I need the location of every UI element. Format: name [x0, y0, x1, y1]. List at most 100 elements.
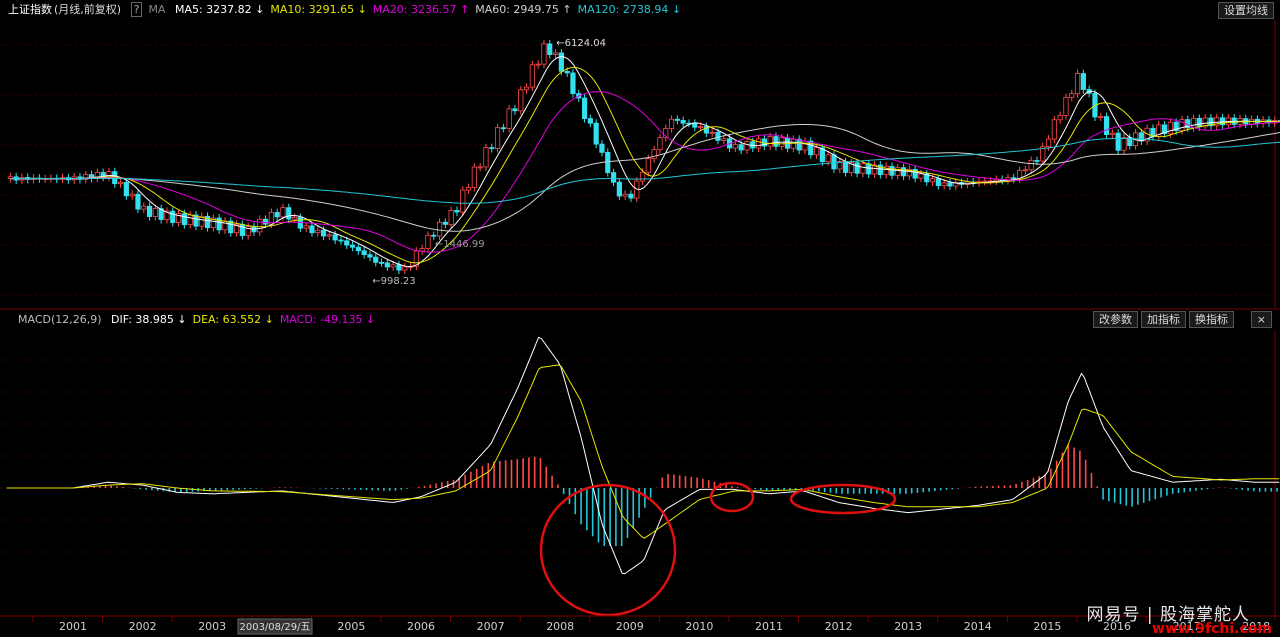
- candle-body: [645, 158, 651, 173]
- candle-body: [471, 166, 477, 188]
- candle-body: [338, 239, 344, 242]
- candle-body: [402, 266, 408, 271]
- candle-body: [170, 210, 176, 223]
- x-tick-label: 2014: [964, 620, 992, 633]
- candle-body: [460, 189, 466, 213]
- candle-body: [732, 144, 738, 149]
- candle-body: [1196, 117, 1202, 128]
- candle-body: [628, 193, 634, 199]
- candle-body: [842, 161, 849, 173]
- candle-body: [378, 261, 385, 264]
- candle-body: [813, 147, 820, 156]
- candle-body: [436, 221, 443, 237]
- candle-body: [303, 225, 309, 229]
- annotation-circle-2008: [539, 483, 677, 617]
- candle-body: [320, 229, 327, 237]
- candle-body: [344, 240, 350, 246]
- kline-pane[interactable]: 上证指数 (月线,前复权) ? MA MA5: 3237.82 ↓ MA10: 329…: [0, 0, 1280, 310]
- candle-body: [767, 136, 773, 147]
- candle-body: [361, 250, 367, 256]
- candle-body: [123, 181, 129, 197]
- candle-body: [744, 141, 750, 151]
- annotation-circle-2012: [789, 483, 897, 515]
- candle-body: [918, 173, 924, 179]
- candle-body: [425, 234, 431, 250]
- candle-body: [935, 178, 941, 186]
- ma20-line: [10, 91, 1280, 253]
- candle-body: [1121, 137, 1127, 151]
- candle-body: [564, 70, 570, 74]
- candle-body: [396, 264, 402, 271]
- candle-body: [738, 144, 744, 151]
- macd-pane[interactable]: MACD(12,26,9) DIF: 38.985 ↓ DEA: 63.552 ↓…: [0, 310, 1280, 635]
- candle-body: [500, 127, 506, 130]
- candle-body: [494, 127, 501, 149]
- high-label: ←6124.04: [556, 38, 606, 49]
- candle-body: [657, 137, 663, 151]
- candle-body: [860, 163, 866, 174]
- candle-body: [187, 214, 193, 226]
- candle-body: [581, 97, 588, 120]
- candle-body: [367, 254, 373, 258]
- candle-body: [1098, 116, 1104, 118]
- candle-body: [355, 246, 361, 252]
- candle-body: [465, 187, 472, 191]
- candle-body: [854, 162, 860, 174]
- candle-body: [593, 122, 599, 145]
- candle-body: [454, 210, 460, 213]
- candle-body: [866, 163, 872, 175]
- candle-body: [529, 64, 535, 88]
- candle-body: [599, 143, 605, 153]
- candle-body: [1022, 169, 1028, 172]
- candle-body: [332, 234, 338, 241]
- x-tick-label: 2012: [825, 620, 853, 633]
- candle-body: [286, 207, 292, 220]
- x-tick-label: 2006: [407, 620, 435, 633]
- candle-body: [668, 118, 675, 129]
- candle-body: [1115, 132, 1121, 151]
- candle-body: [1063, 96, 1069, 116]
- x-tick-label: 2011: [755, 620, 783, 633]
- candle-body: [616, 181, 622, 197]
- candle-body: [796, 138, 802, 151]
- candle-body: [587, 118, 593, 124]
- dif-line: [6, 336, 1280, 575]
- candle-body: [570, 72, 576, 95]
- candle-body: [721, 138, 727, 141]
- candle-body: [280, 207, 286, 218]
- candle-body: [674, 118, 680, 121]
- candle-body: [309, 225, 315, 234]
- candle-body: [1167, 121, 1173, 135]
- candle-body: [622, 193, 628, 197]
- candle-body: [512, 108, 518, 112]
- candle-body: [262, 218, 269, 225]
- x-tick-label: 2015: [1033, 620, 1061, 633]
- candle-body: [315, 229, 321, 234]
- candle-body: [489, 147, 495, 149]
- candle-body: [477, 166, 483, 169]
- candle-body: [1109, 132, 1115, 135]
- candle-body: [889, 165, 895, 176]
- candle-body: [373, 256, 379, 263]
- candle-body: [523, 86, 530, 91]
- x-tick-label: 2001: [59, 620, 87, 633]
- candle-body: [755, 138, 762, 149]
- candle-body: [900, 167, 907, 177]
- candle-body: [129, 193, 135, 197]
- candle-body: [639, 171, 646, 182]
- candle-body: [831, 154, 837, 170]
- candle-body: [135, 193, 141, 210]
- candle-body: [692, 122, 698, 128]
- ma120-line: [10, 138, 1280, 204]
- x-tick-label: 2013: [894, 620, 922, 633]
- candle-body: [1057, 115, 1063, 121]
- candle-body: [610, 172, 617, 183]
- candle-body: [541, 43, 547, 65]
- candle-body: [141, 205, 147, 210]
- candle-body: [929, 178, 936, 183]
- candle-body: [384, 262, 390, 268]
- candle-body: [605, 151, 611, 174]
- x-tick-label: 2003: [198, 620, 226, 633]
- mid-low-label: ←1446.99: [435, 239, 485, 250]
- candle-body: [291, 216, 298, 220]
